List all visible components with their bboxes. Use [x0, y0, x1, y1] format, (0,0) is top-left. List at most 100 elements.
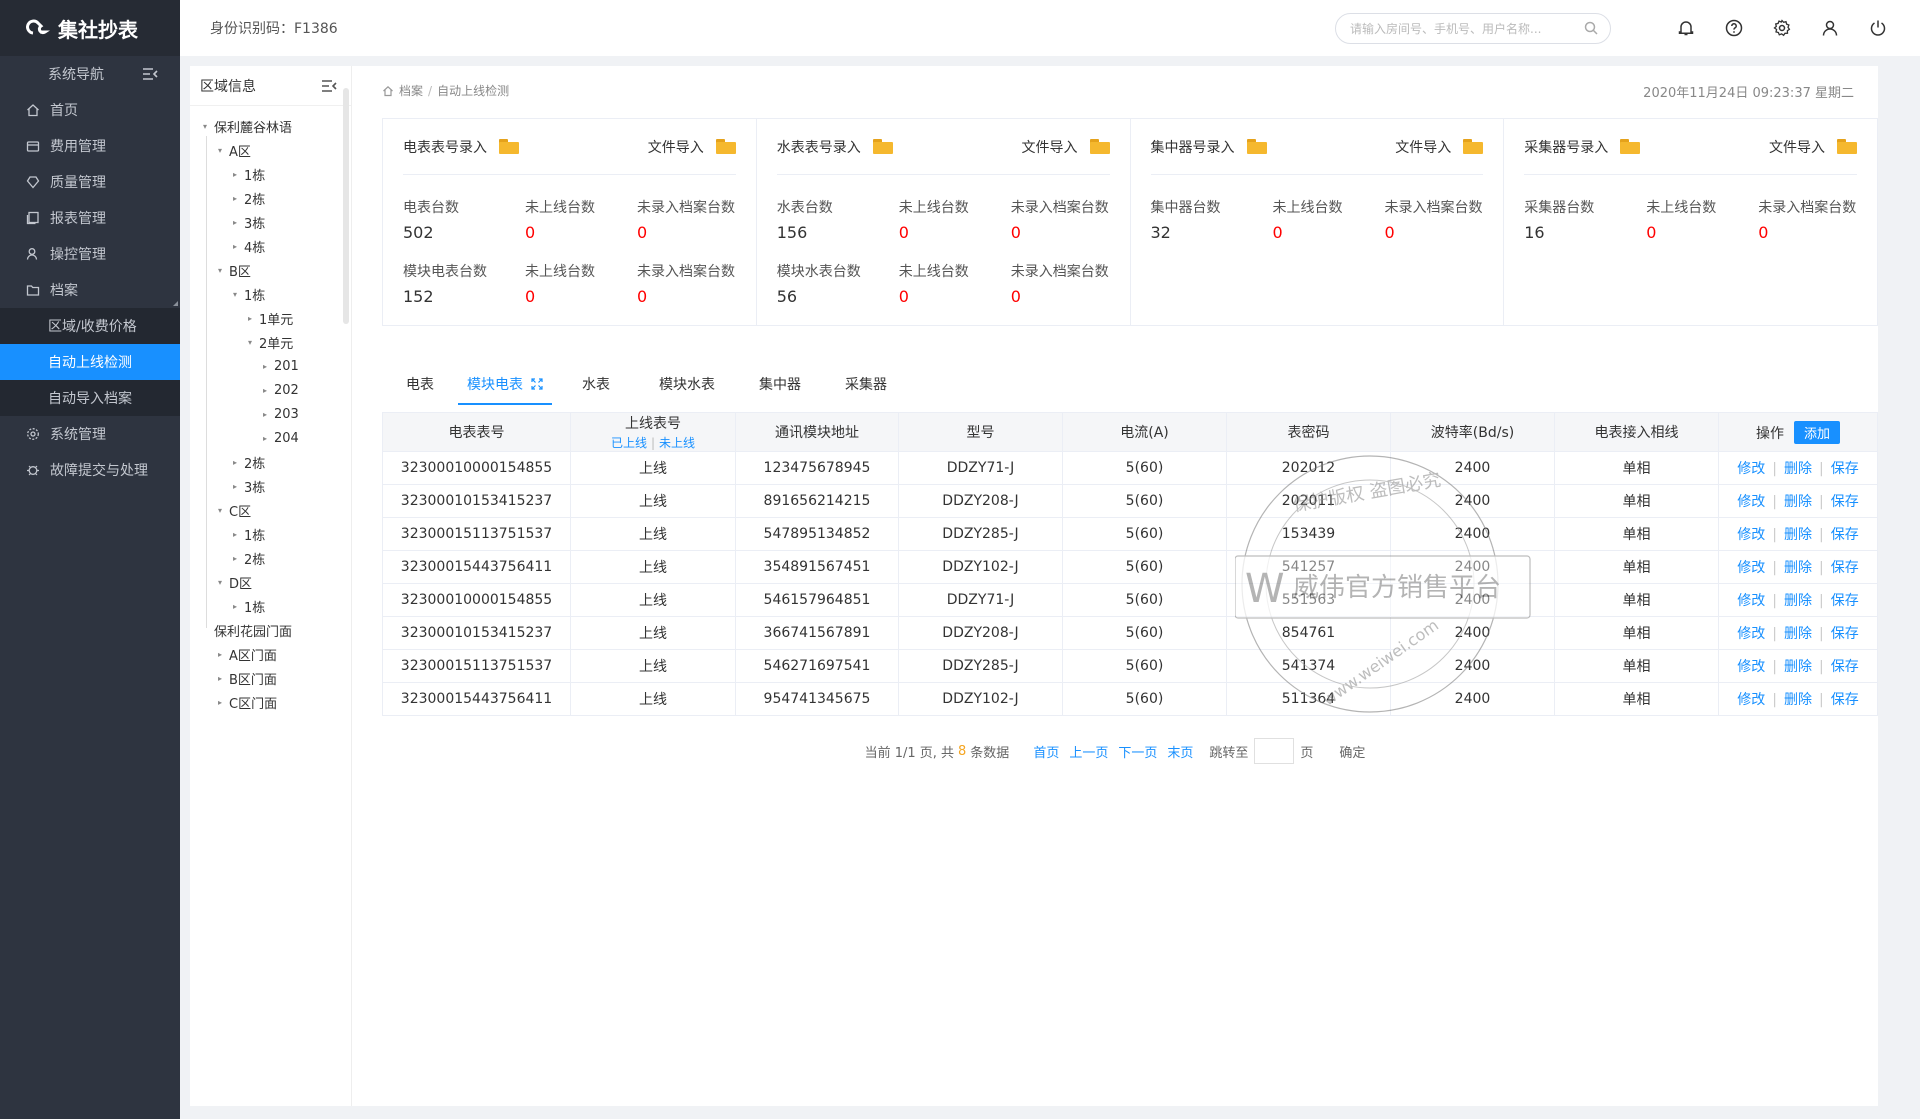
caret-down-icon[interactable]: ▾ [245, 338, 255, 347]
edit-link[interactable]: 修改 [1737, 626, 1765, 642]
caret-right-icon[interactable]: ▸ [230, 482, 240, 491]
edit-link[interactable]: 修改 [1737, 461, 1765, 477]
entry-button[interactable]: 电表表号录入 [403, 137, 519, 157]
search-icon[interactable] [1584, 21, 1598, 35]
save-link[interactable]: 保存 [1831, 626, 1859, 642]
delete-link[interactable]: 删除 [1784, 659, 1812, 675]
delete-link[interactable]: 删除 [1784, 692, 1812, 708]
sidebar-item-bug[interactable]: 故障提交与处理 [0, 452, 180, 488]
tree-node[interactable]: ▸ 2栋 [190, 186, 351, 210]
save-link[interactable]: 保存 [1831, 560, 1859, 576]
caret-down-icon[interactable]: ▾ [200, 122, 210, 131]
tree-node[interactable]: 保利花园门面 [190, 618, 351, 642]
caret-right-icon[interactable]: ▸ [230, 170, 240, 179]
sidebar-item-home[interactable]: 首页 [0, 92, 180, 128]
save-link[interactable]: 保存 [1831, 692, 1859, 708]
prev-page-link[interactable]: 上一页 [1069, 742, 1108, 761]
tree-node[interactable]: ▸ 3栋 [190, 474, 351, 498]
caret-right-icon[interactable]: ▸ [230, 194, 240, 203]
tab-item[interactable]: 集中器 [734, 368, 826, 405]
delete-link[interactable]: 删除 [1784, 626, 1812, 642]
caret-down-icon[interactable]: ▾ [215, 146, 225, 155]
breadcrumb-home[interactable]: 档案 [399, 82, 423, 99]
tree-node[interactable]: ▸ 202 [190, 378, 351, 402]
file-import-button[interactable]: 文件导入 [1022, 137, 1110, 157]
caret-right-icon[interactable]: ▸ [215, 650, 225, 659]
caret-right-icon[interactable]: ▸ [260, 410, 270, 419]
caret-down-icon[interactable]: ▾ [230, 290, 240, 299]
caret-down-icon[interactable]: ▾ [215, 578, 225, 587]
caret-right-icon[interactable]: ▸ [230, 458, 240, 467]
bell-icon[interactable] [1677, 19, 1695, 37]
tree-node[interactable]: ▾ 2单元 [190, 330, 351, 354]
tree-node[interactable]: ▸ A区门面 [190, 642, 351, 666]
last-page-link[interactable]: 末页 [1167, 742, 1193, 761]
save-link[interactable]: 保存 [1831, 659, 1859, 675]
power-icon[interactable] [1869, 19, 1887, 37]
caret-right-icon[interactable]: ▸ [215, 698, 225, 707]
sidebar-item-user-control[interactable]: 操控管理 [0, 236, 180, 272]
tree-node[interactable]: ▸ 3栋 [190, 210, 351, 234]
delete-link[interactable]: 删除 [1784, 494, 1812, 510]
sidebar-subitem[interactable]: 区域/收费价格 [0, 308, 180, 344]
caret-right-icon[interactable]: ▸ [230, 554, 240, 563]
add-button[interactable]: 添加 [1793, 420, 1840, 444]
file-import-button[interactable]: 文件导入 [648, 137, 736, 157]
tree-node[interactable]: ▸ 4栋 [190, 234, 351, 258]
delete-link[interactable]: 删除 [1784, 560, 1812, 576]
collapse-panel-icon[interactable] [321, 79, 337, 93]
caret-right-icon[interactable]: ▸ [260, 362, 270, 371]
tree-node[interactable]: ▾ 保利麓谷林语 [190, 114, 351, 138]
tree-node[interactable]: ▸ 203 [190, 402, 351, 426]
help-icon[interactable] [1725, 19, 1743, 37]
tree-node[interactable]: ▾ C区 [190, 498, 351, 522]
edit-link[interactable]: 修改 [1737, 527, 1765, 543]
delete-link[interactable]: 删除 [1784, 527, 1812, 543]
jump-page-input[interactable] [1254, 738, 1295, 764]
tree-node[interactable]: ▸ 1栋 [190, 162, 351, 186]
gear-icon[interactable] [1773, 19, 1791, 37]
user-icon[interactable] [1821, 19, 1839, 37]
tree-node[interactable]: ▸ 1栋 [190, 522, 351, 546]
edit-link[interactable]: 修改 [1737, 494, 1765, 510]
delete-link[interactable]: 删除 [1784, 593, 1812, 609]
caret-right-icon[interactable]: ▸ [230, 242, 240, 251]
tree-node[interactable]: ▾ A区 [190, 138, 351, 162]
tree-node[interactable]: ▸ 2栋 [190, 546, 351, 570]
edit-link[interactable]: 修改 [1737, 560, 1765, 576]
tab-item[interactable]: 模块电表 [458, 368, 552, 405]
filter-offline[interactable]: 未上线 [659, 436, 695, 450]
filter-online[interactable]: 已上线 [611, 436, 647, 450]
tree-node[interactable]: ▾ D区 [190, 570, 351, 594]
tree-node[interactable]: ▸ 1单元 [190, 306, 351, 330]
tree-node[interactable]: ▸ 1栋 [190, 594, 351, 618]
sidebar-item-quality[interactable]: 质量管理 [0, 164, 180, 200]
sidebar-item-wallet[interactable]: 费用管理 [0, 128, 180, 164]
file-import-button[interactable]: 文件导入 [1395, 137, 1484, 157]
caret-right-icon[interactable]: ▸ [215, 674, 225, 683]
entry-button[interactable]: 采集器号录入 [1524, 137, 1641, 157]
sidebar-item-folder[interactable]: 档案 [0, 272, 180, 308]
tree-scrollbar[interactable] [343, 88, 349, 324]
tree-node[interactable]: ▸ C区门面 [190, 690, 351, 714]
tab-item[interactable]: 采集器 [826, 368, 906, 405]
edit-link[interactable]: 修改 [1737, 593, 1765, 609]
caret-right-icon[interactable]: ▸ [245, 314, 255, 323]
delete-link[interactable]: 删除 [1784, 461, 1812, 477]
save-link[interactable]: 保存 [1831, 593, 1859, 609]
tree-node[interactable]: ▸ 2栋 [190, 450, 351, 474]
save-link[interactable]: 保存 [1831, 527, 1859, 543]
caret-right-icon[interactable]: ▸ [230, 530, 240, 539]
caret-down-icon[interactable]: ▾ [215, 266, 225, 275]
first-page-link[interactable]: 首页 [1033, 742, 1059, 761]
sidebar-subitem[interactable]: 自动上线检测 [0, 344, 180, 380]
jump-confirm-button[interactable]: 确定 [1339, 742, 1365, 761]
tab-item[interactable]: 模块水表 [640, 368, 734, 405]
sidebar-subitem[interactable]: 自动导入档案 [0, 380, 180, 416]
entry-button[interactable]: 水表表号录入 [777, 137, 893, 157]
tab-item[interactable]: 电表 [382, 368, 458, 405]
expand-icon[interactable] [531, 378, 543, 390]
caret-right-icon[interactable]: ▸ [230, 218, 240, 227]
tree-node[interactable]: ▸ 201 [190, 354, 351, 378]
tree-node[interactable]: ▾ B区 [190, 258, 351, 282]
